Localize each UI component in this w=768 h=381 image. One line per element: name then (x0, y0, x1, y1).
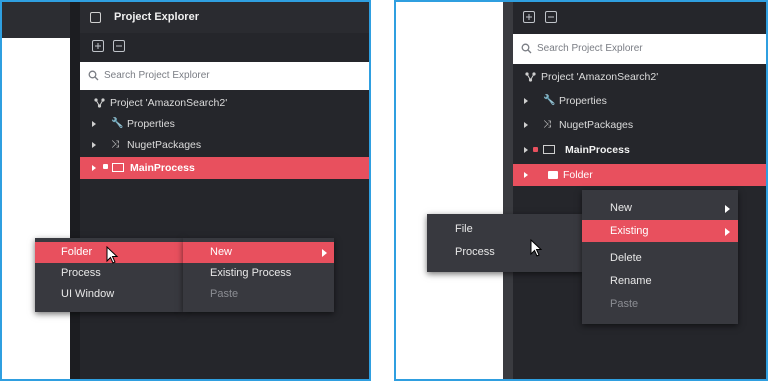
wrench-icon: 🔧 (543, 95, 556, 106)
shuffle-icon: ⤨ (543, 119, 551, 130)
menu-item-label: UI Window (61, 288, 115, 300)
tree-item-label: Properties (559, 95, 607, 107)
splitter[interactable] (70, 2, 80, 379)
menu-item-new[interactable]: New (183, 242, 334, 263)
menu-item-process[interactable]: Process (427, 242, 582, 263)
project-icon (94, 98, 105, 108)
project-explorer: Project Explorer Search Project Explorer… (80, 2, 369, 379)
menu-item-existing-process[interactable]: Existing Process (183, 263, 334, 284)
tree-item-label: MainProcess (565, 144, 630, 156)
menu-item-process[interactable]: Process (35, 263, 183, 284)
menu-item-new[interactable]: New (582, 197, 738, 219)
search-input[interactable]: Search Project Explorer (513, 34, 766, 64)
tree-item-label: NugetPackages (127, 139, 202, 151)
left-screenshot-panel: Project Explorer Search Project Explorer… (0, 0, 371, 381)
menu-item-label: Process (455, 246, 495, 258)
menu-item-label: Existing Process (210, 267, 292, 279)
context-menu-folder: New Existing Process Paste (183, 238, 334, 312)
tree-item-label: Project 'AmazonSearch2' (541, 71, 659, 83)
expand-caret-icon[interactable] (524, 122, 528, 128)
editor-strip (503, 2, 513, 379)
tree-item-nuget[interactable]: ⤨ NugetPackages (80, 135, 369, 155)
submenu-arrow-icon (725, 228, 730, 236)
tree-item-project[interactable]: Project 'AmazonSearch2' (80, 93, 369, 113)
process-icon (112, 163, 124, 172)
menu-item-paste: Paste (183, 284, 334, 305)
menu-item-label: Rename (610, 275, 652, 287)
expand-caret-icon[interactable] (524, 147, 528, 153)
menu-item-label: Folder (61, 246, 93, 258)
menu-item-delete[interactable]: Delete (582, 247, 738, 269)
menu-item-rename[interactable]: Rename (582, 270, 738, 292)
shuffle-icon: ⤨ (111, 139, 119, 150)
collapse-all-icon[interactable] (113, 40, 125, 52)
expand-caret-icon[interactable] (92, 121, 96, 127)
process-icon (543, 145, 555, 154)
mouse-cursor-icon (530, 239, 543, 257)
tree-item-mainprocess[interactable]: MainProcess (80, 157, 369, 179)
menu-item-label: Process (61, 267, 101, 279)
expand-caret-icon[interactable] (92, 165, 96, 171)
search-placeholder: Search Project Explorer (104, 70, 210, 81)
panel-title: Project Explorer (114, 11, 199, 23)
expand-all-icon[interactable] (523, 11, 535, 23)
wrench-icon: 🔧 (111, 118, 124, 129)
explorer-header: Project Explorer (80, 2, 369, 33)
lock-icon (103, 164, 108, 169)
submenu-arrow-icon (322, 249, 327, 257)
search-input[interactable]: Search Project Explorer (80, 62, 369, 90)
tree-item-nuget[interactable]: ⤨ NugetPackages (513, 115, 766, 135)
context-menu-folder: New Existing Delete Rename Paste (582, 190, 738, 324)
menu-item-label: Paste (610, 298, 639, 310)
editor-top-strip (2, 2, 70, 38)
menu-item-paste: Paste (582, 293, 738, 315)
tree-item-properties[interactable]: 🔧 Properties (80, 114, 369, 134)
menu-item-label: New (210, 246, 233, 258)
menu-item-label: Paste (210, 288, 239, 300)
expand-caret-icon[interactable] (524, 172, 528, 178)
project-icon (525, 72, 536, 82)
tree-item-label: Folder (563, 169, 593, 181)
tree-item-label: MainProcess (130, 162, 195, 174)
tree-item-properties[interactable]: 🔧 Properties (513, 91, 766, 111)
editor-area (2, 2, 70, 379)
submenu-new: File Process (427, 214, 582, 272)
menu-item-label: Existing (610, 225, 649, 237)
tree-item-project[interactable]: Project 'AmazonSearch2' (513, 67, 766, 87)
tree-item-label: NugetPackages (559, 119, 634, 131)
right-screenshot-panel: Search Project Explorer Project 'AmazonS… (394, 0, 768, 381)
tree-item-label: Project 'AmazonSearch2' (110, 97, 228, 109)
menu-item-label: File (455, 223, 473, 235)
lock-icon (533, 147, 538, 152)
search-icon (521, 43, 532, 54)
menu-item-label: Delete (610, 252, 642, 264)
submenu-arrow-icon (725, 205, 730, 213)
tree-item-label: Properties (127, 118, 175, 130)
explorer-panel-icon (90, 12, 101, 23)
folder-icon (548, 171, 558, 179)
search-placeholder: Search Project Explorer (537, 43, 643, 54)
collapse-all-icon[interactable] (545, 11, 557, 23)
tree-item-mainprocess[interactable]: MainProcess (513, 140, 766, 160)
menu-item-ui-window[interactable]: UI Window (35, 284, 183, 305)
expand-caret-icon[interactable] (524, 98, 528, 104)
search-icon (88, 70, 99, 81)
expand-caret-icon[interactable] (92, 142, 96, 148)
tree-item-folder[interactable]: Folder (513, 164, 766, 186)
editor-area (396, 2, 503, 379)
menu-item-label: New (610, 202, 633, 214)
menu-item-existing[interactable]: Existing (582, 220, 738, 242)
mouse-cursor-icon (106, 246, 119, 264)
expand-all-icon[interactable] (92, 40, 104, 52)
menu-item-file[interactable]: File (427, 219, 582, 240)
